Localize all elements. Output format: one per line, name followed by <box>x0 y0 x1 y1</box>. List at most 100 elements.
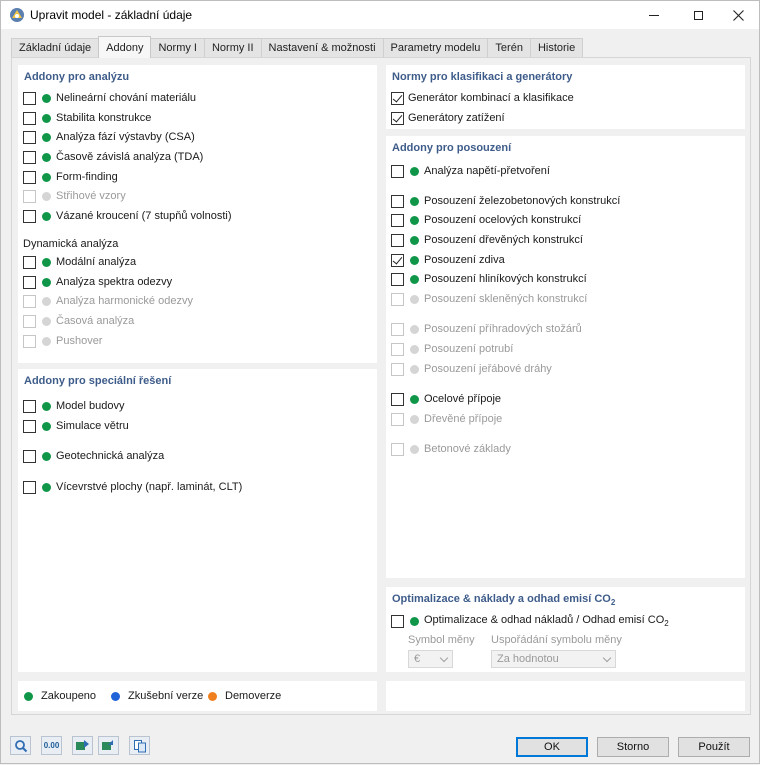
standard-label: Generátory zatížení <box>408 112 505 124</box>
checkbox[interactable] <box>23 91 36 105</box>
addon-label: Vícevrstvé plochy (např. laminát, CLT) <box>56 481 243 493</box>
addon-label: Form-finding <box>56 171 118 183</box>
optimization-title: Optimalizace & náklady a odhad emisí CO2 <box>392 593 615 607</box>
addon-row[interactable]: Simulace větru <box>23 418 129 434</box>
copy-icon <box>133 739 146 752</box>
close-button[interactable] <box>717 1 759 29</box>
addon-row[interactable]: Stabilita konstrukce <box>23 110 151 126</box>
addon-label: Posouzení ocelových konstrukcí <box>424 214 582 226</box>
addon-row[interactable]: Form-finding <box>23 169 118 185</box>
purchased-dot-icon <box>410 235 419 245</box>
checkbox[interactable] <box>391 272 404 286</box>
legend-purchased: Zakoupeno <box>24 690 96 702</box>
checkbox[interactable] <box>23 170 36 184</box>
tab-history[interactable]: Historie <box>529 38 584 58</box>
addon-row[interactable]: Posouzení ocelových konstrukcí <box>391 212 581 228</box>
addon-row[interactable]: Optimalizace & odhad nákladů / Odhad emi… <box>391 613 669 629</box>
purchased-dot-icon <box>42 132 51 142</box>
design-addons-title: Addony pro posouzení <box>392 142 512 154</box>
checkbox[interactable] <box>391 164 404 178</box>
currency-symbol-select: € <box>408 650 453 668</box>
addon-row[interactable]: Modální analýza <box>23 254 136 270</box>
checkbox[interactable] <box>23 255 36 269</box>
checkbox[interactable] <box>23 150 36 164</box>
standard-row[interactable]: Generátory zatížení <box>391 110 505 126</box>
checkbox[interactable] <box>391 233 404 247</box>
tab-settings-options[interactable]: Nastavení & možnosti <box>260 38 384 58</box>
export-tool-button[interactable] <box>98 736 119 755</box>
addon-row[interactable]: Analýza fází výstavby (CSA) <box>23 129 195 145</box>
checkbox[interactable] <box>23 399 36 413</box>
checkbox[interactable] <box>391 213 404 227</box>
checkbox[interactable] <box>391 614 404 628</box>
addon-row[interactable]: Model budovy <box>23 398 125 414</box>
addon-label: Analýza fází výstavby (CSA) <box>56 131 195 143</box>
chevron-down-icon <box>439 653 449 663</box>
addon-row[interactable]: Posouzení hliníkových konstrukcí <box>391 271 587 287</box>
purchased-dot-icon <box>42 113 51 123</box>
tab-addons[interactable]: Addony <box>98 36 152 58</box>
optimization-panel: Optimalizace & náklady a odhad emisí CO2… <box>386 587 745 672</box>
purchased-dot-icon <box>410 616 419 626</box>
standard-row[interactable]: Generátor kombinací a klasifikace <box>391 90 574 106</box>
checkbox[interactable] <box>23 130 36 144</box>
checkbox[interactable] <box>391 392 404 406</box>
addon-row[interactable]: Geotechnická analýza <box>23 448 164 464</box>
checkbox[interactable] <box>391 91 404 105</box>
addon-row[interactable]: Vázané kroucení (7 stupňů volnosti) <box>23 208 232 224</box>
checkbox[interactable] <box>23 449 36 463</box>
tab-model-parameters[interactable]: Parametry modelu <box>382 38 489 58</box>
checkbox[interactable] <box>391 194 404 208</box>
addon-label: Posouzení potrubí <box>424 343 514 355</box>
checkbox[interactable] <box>23 111 36 125</box>
unavailable-dot-icon <box>410 344 419 354</box>
addon-label: Analýza spektra odezvy <box>56 276 173 288</box>
minimize-button[interactable] <box>633 1 675 29</box>
import-tool-button[interactable] <box>72 736 93 755</box>
currency-arrangement-label: Uspořádání symbolu měny <box>491 634 622 646</box>
addon-row: Posouzení jeřábové dráhy <box>391 361 552 377</box>
checkbox[interactable] <box>391 111 404 125</box>
addon-label: Simulace větru <box>56 420 129 432</box>
unavailable-dot-icon <box>42 191 51 201</box>
tab-terrain[interactable]: Terén <box>487 38 531 58</box>
addon-label: Dřevěné přípoje <box>424 413 503 425</box>
special-addons-title: Addony pro speciální řešení <box>24 375 172 387</box>
purchased-dot-icon <box>410 215 419 225</box>
checkbox[interactable] <box>23 275 36 289</box>
apply-button[interactable]: Použít <box>678 737 750 757</box>
checkbox[interactable] <box>23 209 36 223</box>
addon-row[interactable]: Časově závislá analýza (TDA) <box>23 149 203 165</box>
checkbox[interactable] <box>23 419 36 433</box>
addon-row[interactable]: Posouzení železobetonových konstrukcí <box>391 193 620 209</box>
tab-standards-2[interactable]: Normy II <box>203 38 262 58</box>
checkbox[interactable] <box>23 480 36 494</box>
optimization-title-subscript: 2 <box>610 598 616 608</box>
checkbox <box>23 189 36 203</box>
tab-standards-1[interactable]: Normy I <box>150 38 205 58</box>
unavailable-dot-icon <box>410 444 419 454</box>
search-tool-button[interactable] <box>10 736 31 755</box>
checkbox[interactable] <box>391 253 404 267</box>
cancel-button[interactable]: Storno <box>597 737 669 757</box>
tab-basic-data[interactable]: Základní údaje <box>11 38 100 58</box>
maximize-button[interactable] <box>677 1 719 29</box>
copy-tool-button[interactable] <box>129 736 150 755</box>
addon-row[interactable]: Posouzení dřevěných konstrukcí <box>391 232 583 248</box>
units-tool-button[interactable]: 0.00 <box>41 736 62 755</box>
addon-row[interactable]: Vícevrstvé plochy (např. laminát, CLT) <box>23 479 242 495</box>
addon-label: Posouzení zdiva <box>424 254 505 266</box>
addon-label: Střihové vzory <box>56 190 126 202</box>
addon-row[interactable]: Posouzení zdiva <box>391 252 505 268</box>
addon-row: Analýza harmonické odezvy <box>23 293 193 309</box>
addon-label: Posouzení příhradových stožárů <box>424 323 582 335</box>
addon-row[interactable]: Nelineární chování materiálu <box>23 90 196 106</box>
unavailable-dot-icon <box>42 336 51 346</box>
currency-symbol-value: € <box>414 653 421 665</box>
addon-row[interactable]: Ocelové přípoje <box>391 391 501 407</box>
checkbox <box>23 314 36 328</box>
dynamic-analysis-heading: Dynamická analýza <box>23 238 119 250</box>
addon-row[interactable]: Analýza spektra odezvy <box>23 274 172 290</box>
ok-button[interactable]: OK <box>516 737 588 757</box>
addon-row[interactable]: Analýza napětí-přetvoření <box>391 163 550 179</box>
